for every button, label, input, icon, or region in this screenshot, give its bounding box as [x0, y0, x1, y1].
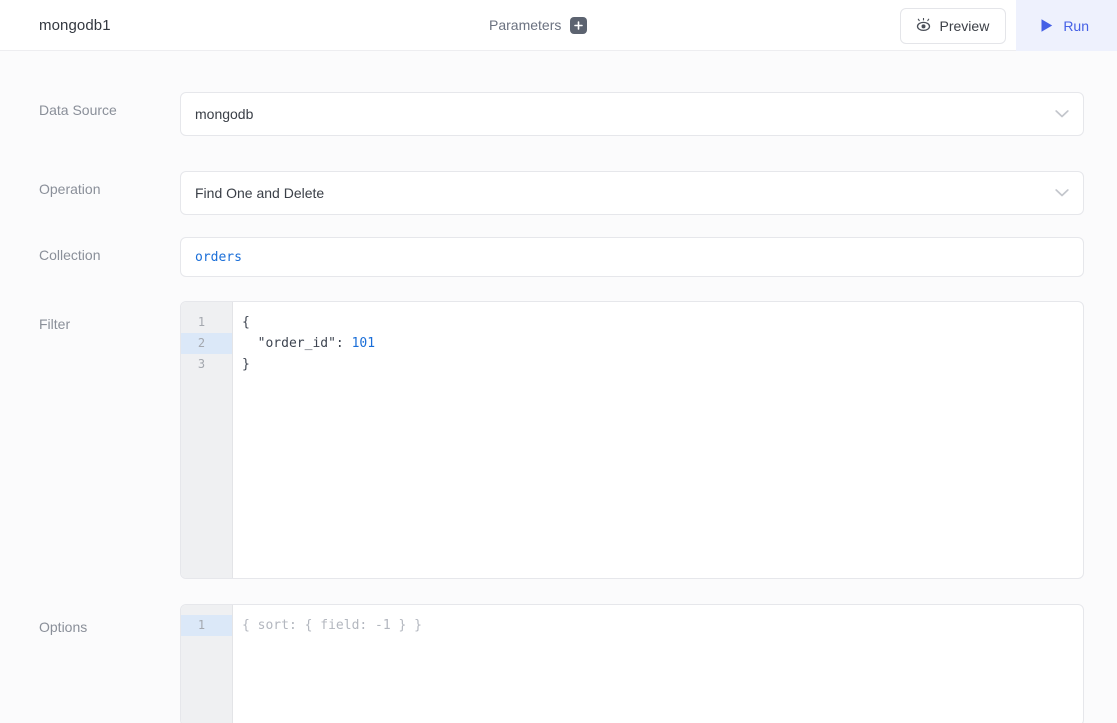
collection-input[interactable]: orders [180, 237, 1084, 277]
code-line: "order_id": 101 [242, 333, 1083, 354]
collection-label: Collection [39, 237, 180, 265]
operation-value: Find One and Delete [195, 185, 324, 201]
data-source-field: mongodb [180, 92, 1084, 136]
preview-button-label: Preview [940, 18, 990, 34]
field-row-options: Options 1 { sort: { field: -1 } } [0, 604, 1117, 723]
add-parameter-button[interactable] [570, 17, 587, 34]
preview-button[interactable]: Preview [900, 8, 1007, 44]
run-button[interactable]: Run [1016, 0, 1117, 51]
filter-code-editor[interactable]: 123 { "order_id": 101} [180, 301, 1084, 579]
options-code-content[interactable]: { sort: { field: -1 } } [233, 605, 1083, 723]
filter-gutter: 123 [181, 302, 233, 578]
options-placeholder: { sort: { field: -1 } } [242, 618, 422, 633]
parameters-label: Parameters [489, 17, 561, 33]
eye-preview-icon [915, 18, 932, 33]
operation-field: Find One and Delete [180, 171, 1084, 215]
operation-label: Operation [39, 171, 180, 199]
play-icon [1040, 18, 1054, 33]
options-code-editor[interactable]: 1 { sort: { field: -1 } } [180, 604, 1084, 723]
parameters-group: Parameters [489, 17, 587, 34]
options-field: 1 { sort: { field: -1 } } [180, 604, 1084, 723]
query-form: Data Source mongodb Operation Find One a… [0, 51, 1117, 723]
filter-code-content[interactable]: { "order_id": 101} [233, 302, 1083, 578]
data-source-value: mongodb [195, 106, 253, 122]
plus-icon [574, 21, 583, 30]
code-token: { [242, 315, 250, 330]
header-actions: Preview Run [900, 0, 1117, 51]
code-token: } [242, 357, 250, 372]
field-row-collection: Collection orders [0, 237, 1117, 277]
filter-label: Filter [39, 301, 180, 334]
code-token: 101 [352, 336, 375, 351]
chevron-down-icon [1055, 189, 1069, 198]
field-row-data-source: Data Source mongodb [0, 92, 1117, 136]
operation-select[interactable]: Find One and Delete [180, 171, 1084, 215]
gutter-line-number: 2 [181, 333, 232, 354]
code-line: { sort: { field: -1 } } [242, 615, 1083, 636]
collection-value: orders [195, 250, 242, 265]
filter-field: 123 { "order_id": 101} [180, 301, 1084, 579]
code-token: "order_id": [242, 336, 352, 351]
app-header: mongodb1 Parameters Preview Run [0, 0, 1117, 51]
gutter-line-number: 1 [181, 615, 232, 636]
collection-field: orders [180, 237, 1084, 277]
page-title: mongodb1 [39, 17, 111, 34]
gutter-line-number: 3 [181, 354, 232, 375]
chevron-down-icon [1055, 110, 1069, 119]
run-button-label: Run [1063, 18, 1089, 34]
field-row-operation: Operation Find One and Delete [0, 171, 1117, 215]
options-gutter: 1 [181, 605, 233, 723]
field-row-filter: Filter 123 { "order_id": 101} [0, 301, 1117, 579]
gutter-line-number: 1 [181, 312, 232, 333]
code-line: } [242, 354, 1083, 375]
data-source-select[interactable]: mongodb [180, 92, 1084, 136]
data-source-label: Data Source [39, 92, 180, 120]
options-label: Options [39, 604, 180, 637]
code-line: { [242, 312, 1083, 333]
